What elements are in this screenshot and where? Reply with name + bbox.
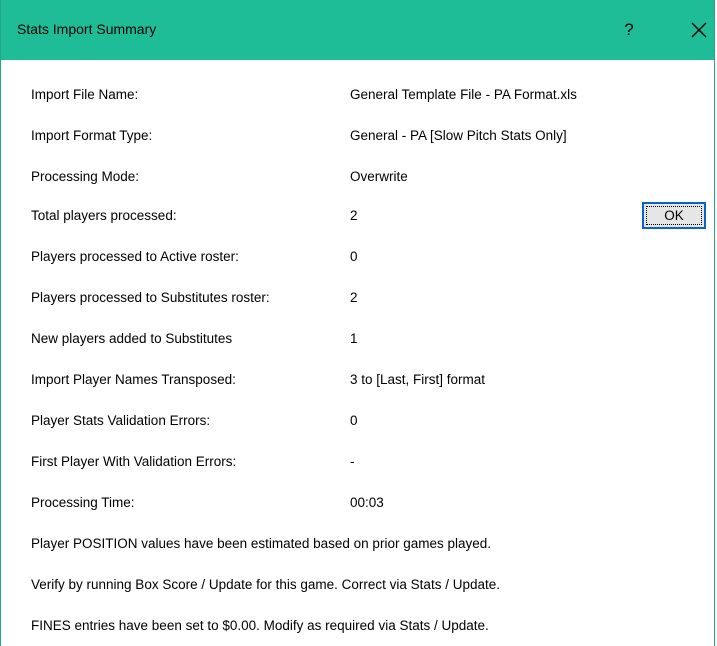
- verify-box-score-note: Verify by running Box Score / Update for…: [31, 577, 500, 592]
- names-transposed-label: Import Player Names Transposed:: [31, 372, 236, 387]
- import-format-type-value: General - PA [Slow Pitch Stats Only]: [350, 128, 567, 143]
- validation-errors-label: Player Stats Validation Errors:: [31, 413, 211, 428]
- dialog-title: Stats Import Summary: [17, 21, 157, 37]
- active-roster-label: Players processed to Active roster:: [31, 249, 239, 264]
- validation-errors-value: 0: [350, 413, 358, 428]
- stats-import-summary-dialog: Stats Import Summary ? Import File Name:…: [0, 0, 715, 646]
- total-players-processed-value: 2: [350, 208, 358, 223]
- fines-note: FINES entries have been set to $0.00. Mo…: [31, 618, 489, 633]
- processing-mode-label: Processing Mode:: [31, 169, 140, 184]
- substitutes-roster-label: Players processed to Substitutes roster:: [31, 290, 270, 305]
- position-estimate-note: Player POSITION values have been estimat…: [31, 536, 491, 551]
- ok-button-label: OK: [646, 206, 702, 225]
- import-file-name-value: General Template File - PA Format.xls: [350, 87, 577, 102]
- first-error-player-label: First Player With Validation Errors:: [31, 454, 237, 469]
- names-transposed-value: 3 to [Last, First] format: [350, 372, 486, 387]
- import-format-type-label: Import Format Type:: [31, 128, 153, 143]
- processing-time-label: Processing Time:: [31, 495, 135, 510]
- ok-button[interactable]: OK: [642, 202, 706, 229]
- title-bar[interactable]: Stats Import Summary ?: [1, 0, 714, 60]
- summary-panel: Import File Name: General Template File …: [11, 65, 706, 646]
- total-players-processed-label: Total players processed:: [31, 208, 177, 223]
- active-roster-value: 0: [350, 249, 358, 264]
- substitutes-roster-value: 2: [350, 290, 358, 305]
- new-players-added-value: 1: [350, 331, 358, 346]
- close-icon[interactable]: [687, 16, 711, 44]
- import-file-name-label: Import File Name:: [31, 87, 139, 102]
- help-button[interactable]: ?: [617, 16, 641, 44]
- processing-time-value: 00:03: [350, 495, 384, 510]
- new-players-added-label: New players added to Substitutes: [31, 331, 233, 346]
- processing-mode-value: Overwrite: [350, 169, 408, 184]
- first-error-player-value: -: [350, 454, 355, 469]
